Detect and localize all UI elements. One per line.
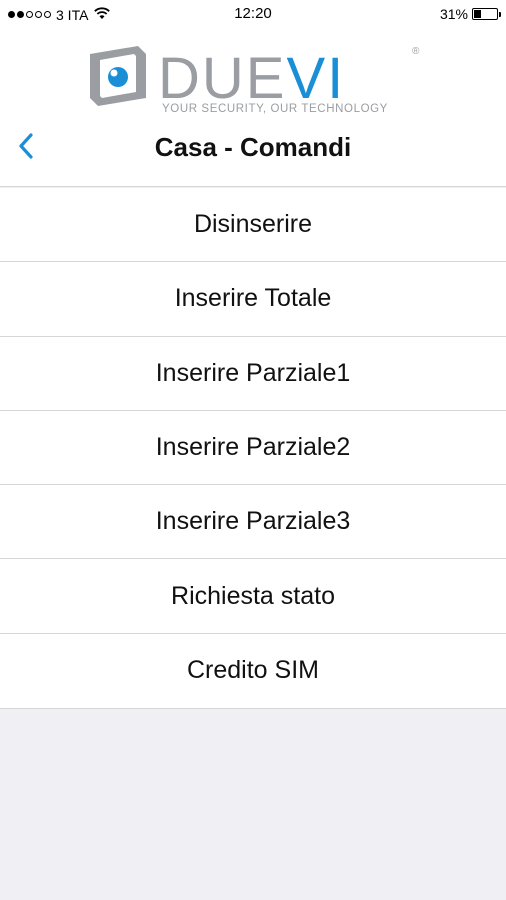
status-right: 31% [439, 6, 501, 22]
logo-tagline: YOUR SECURITY, OUR TECHNOLOGY [162, 103, 388, 115]
battery-percentage: 31% [439, 6, 468, 22]
status-time: 12:20 [234, 5, 272, 22]
duevi-logo: DUEVI ® YOUR SECURITY, OUR TECHNOLOGY [86, 40, 426, 116]
command-inserire-totale[interactable]: Inserire Totale [0, 262, 506, 337]
camera-logo-icon [90, 46, 146, 106]
command-inserire-parziale1[interactable]: Inserire Parziale1 [0, 337, 506, 411]
command-inserire-parziale3[interactable]: Inserire Parziale3 [0, 485, 506, 560]
battery-icon [472, 8, 501, 20]
battery-fill [474, 10, 481, 18]
commands-list: Disinserire Inserire Totale Inserire Par… [0, 188, 506, 710]
command-richiesta-stato[interactable]: Richiesta stato [0, 559, 506, 634]
command-disinserire[interactable]: Disinserire [0, 188, 506, 263]
battery-tip [499, 12, 501, 17]
chevron-left-icon [18, 132, 34, 165]
command-inserire-parziale2[interactable]: Inserire Parziale2 [0, 411, 506, 486]
status-bar: 3 ITA 12:20 31% [0, 0, 506, 30]
app-header: DUEVI ® YOUR SECURITY, OUR TECHNOLOGY Ca… [0, 30, 506, 187]
back-button[interactable] [6, 128, 46, 168]
command-credito-sim[interactable]: Credito SIM [0, 634, 506, 708]
page-title: Casa - Comandi [154, 132, 352, 162]
logo-wordmark: DUEVI [158, 46, 345, 111]
logo-registered-mark: ® [412, 46, 420, 57]
app-screen: 3 ITA 12:20 31% DUEVI ® YOUR SECURITY, O… [0, 0, 506, 900]
